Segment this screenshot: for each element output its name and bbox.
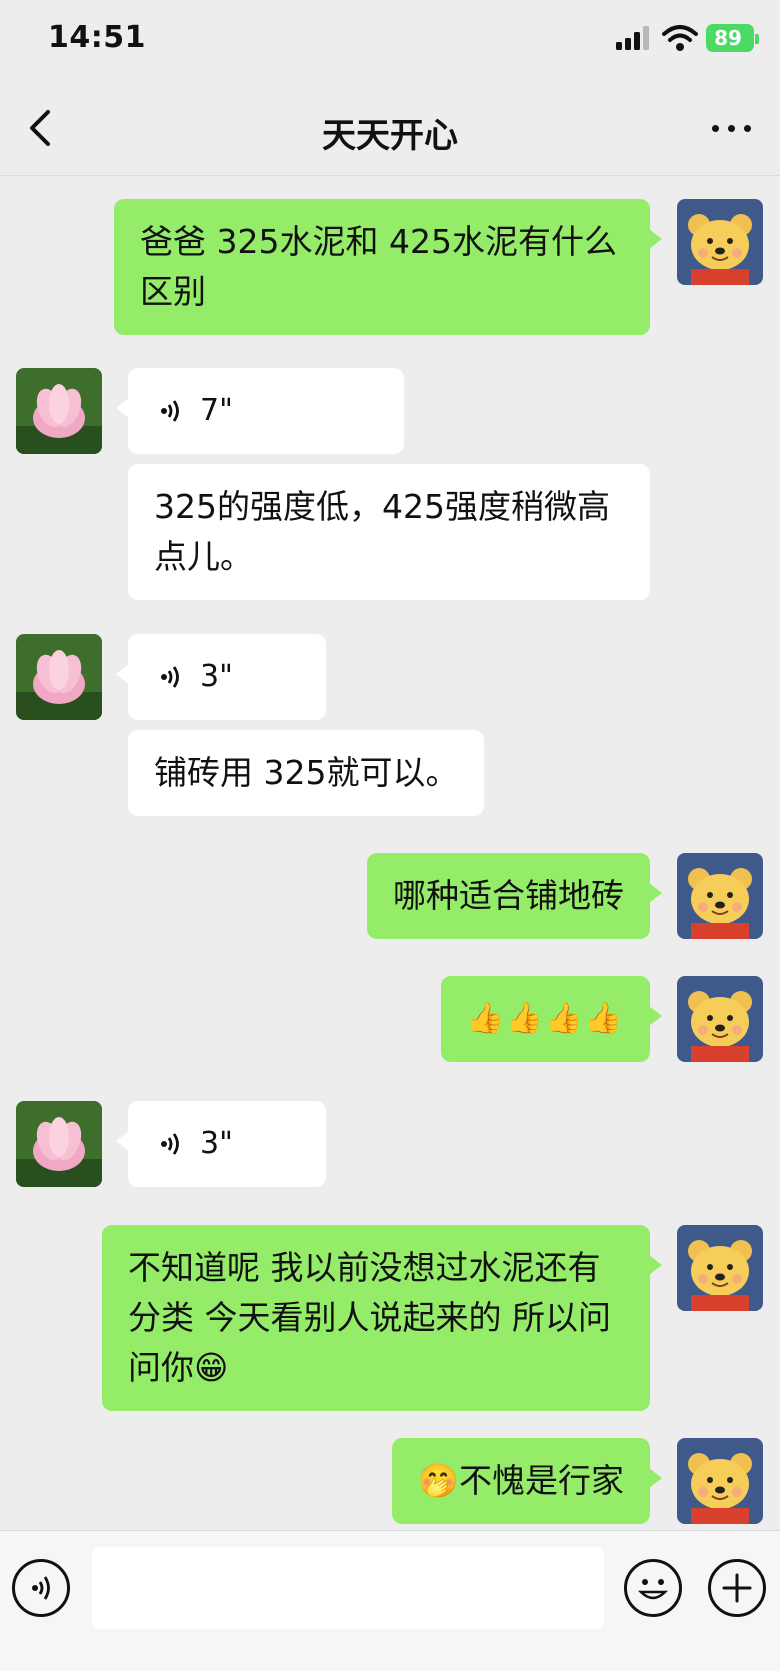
message-bubble[interactable]: 325的强度低，425强度稍微高点儿。: [128, 464, 650, 600]
status-bar: 14:51 89: [0, 0, 780, 80]
message-bubble[interactable]: 铺砖用 325就可以。: [128, 730, 485, 816]
voice-message[interactable]: 3": [116, 1101, 326, 1187]
my-avatar[interactable]: [677, 1225, 763, 1311]
voice-message[interactable]: 3": [116, 634, 326, 720]
contact-avatar[interactable]: [16, 634, 102, 720]
message-input[interactable]: [92, 1547, 604, 1629]
my-avatar[interactable]: [677, 199, 763, 285]
voice-wave-icon: [161, 666, 179, 688]
voice-icon[interactable]: [12, 1559, 70, 1617]
battery-level: 89: [714, 26, 742, 50]
chat-header: 天天开心: [0, 80, 780, 176]
voice-wave-icon: [161, 1133, 179, 1155]
voice-message[interactable]: 7": [116, 368, 404, 454]
cellular-signal-icon: [616, 26, 650, 50]
message-bubble[interactable]: 🤭不愧是行家: [391, 1438, 663, 1524]
more-dots-icon[interactable]: [710, 116, 754, 140]
voice-duration: 3": [200, 659, 233, 694]
my-avatar[interactable]: [677, 976, 763, 1062]
emoji-icon[interactable]: [624, 1559, 682, 1617]
battery-icon: 89: [706, 24, 759, 52]
input-bar: [0, 1530, 780, 1671]
chat-title: 天天开心: [322, 116, 458, 156]
message-bubble[interactable]: 👍👍👍👍: [440, 976, 663, 1062]
contact-avatar[interactable]: [16, 1101, 102, 1187]
message-list[interactable]: 爸爸 325水泥和 425水泥有什么区别 7" 325的强度低，425强度稍微高…: [0, 177, 780, 1530]
my-avatar[interactable]: [677, 1438, 763, 1524]
plus-icon[interactable]: [708, 1559, 766, 1617]
voice-duration: 3": [200, 1126, 233, 1161]
my-avatar[interactable]: [677, 853, 763, 939]
message-bubble[interactable]: 哪种适合铺地砖: [367, 853, 662, 939]
message-bubble[interactable]: 不知道呢 我以前没想过水泥还有分类 今天看别人说起来的 所以问问你😁: [102, 1225, 662, 1411]
voice-duration: 7": [200, 393, 233, 428]
status-time: 14:51: [48, 20, 146, 55]
wifi-icon: [662, 25, 698, 51]
contact-avatar[interactable]: [16, 368, 102, 454]
message-bubble[interactable]: 爸爸 325水泥和 425水泥有什么区别: [114, 199, 662, 335]
voice-wave-icon: [161, 400, 179, 422]
